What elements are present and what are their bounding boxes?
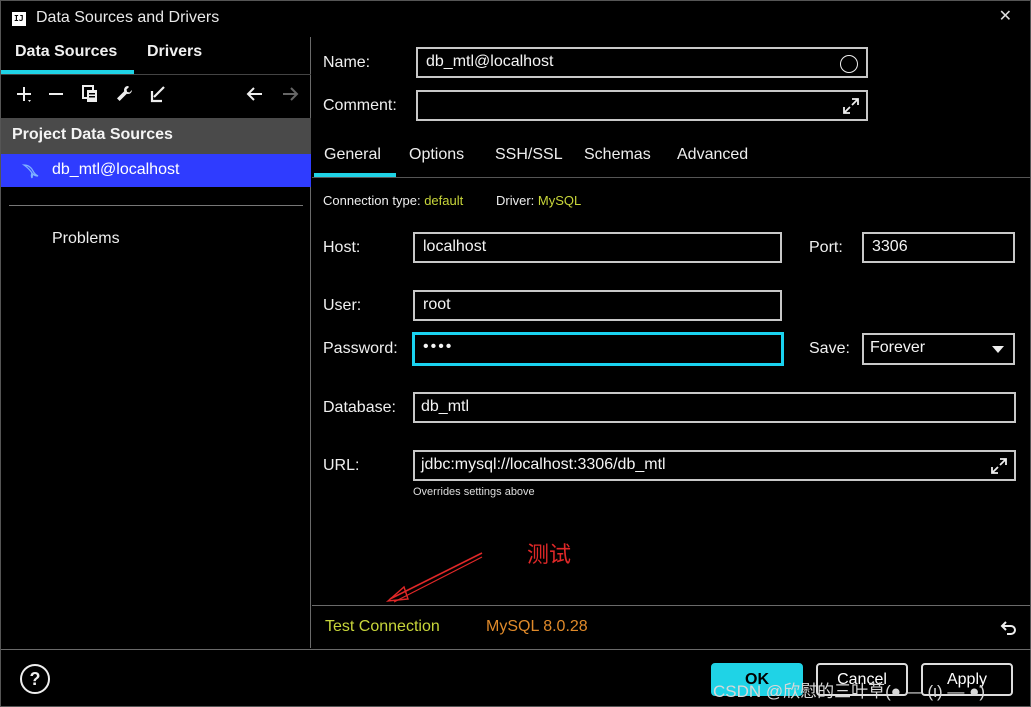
csdn-watermark: CSDN @欣慰的三叶草(● — (ι) — ●) [713, 682, 985, 701]
expand-icon[interactable] [990, 457, 1008, 475]
tab-data-sources[interactable]: Data Sources [15, 43, 117, 61]
port-field[interactable]: 3306 [862, 232, 1015, 263]
name-label: Name: [323, 54, 371, 71]
form-tabs: General Options SSH/SSL Schemas Advanced [312, 137, 1030, 178]
status-strip: Test Connection MySQL 8.0.28 [312, 605, 1030, 649]
section-header-label: Project Data Sources [12, 126, 173, 143]
project-data-sources-header: Project Data Sources [1, 118, 311, 154]
user-field[interactable]: root [413, 290, 782, 321]
connection-type-label: Connection type: [323, 193, 421, 208]
import-icon[interactable] [147, 83, 169, 105]
color-circle-icon[interactable] [840, 55, 858, 73]
test-connection-link[interactable]: Test Connection [325, 618, 440, 636]
annotation-arrow [385, 552, 483, 603]
connection-type-value[interactable]: default [424, 193, 463, 208]
dialog-footer: ? OK Cancel Apply CSDN @欣慰的三叶草(● — (ι) —… [1, 649, 1031, 707]
window-title: Data Sources and Drivers [36, 9, 220, 26]
save-label: Save: [809, 340, 850, 357]
help-icon[interactable]: ? [20, 664, 50, 694]
port-label: Port: [809, 239, 843, 256]
tab-general[interactable]: General [324, 146, 381, 164]
data-source-item-db-mtl[interactable]: db_mtl@localhost [1, 154, 311, 187]
tab-options[interactable]: Options [409, 146, 464, 164]
save-select[interactable]: Forever [862, 333, 1015, 365]
intellij-app-icon: IJ [11, 11, 27, 27]
data-sources-toolbar [1, 75, 311, 117]
tab-drivers[interactable]: Drivers [147, 43, 202, 61]
password-value: •••• [423, 338, 454, 355]
user-value: root [423, 296, 451, 313]
revert-icon[interactable] [998, 618, 1018, 638]
port-value: 3306 [872, 238, 908, 255]
name-field[interactable]: db_mtl@localhost [416, 47, 868, 78]
forward-arrow-icon[interactable] [279, 83, 301, 105]
comment-field[interactable] [416, 90, 868, 121]
host-label: Host: [323, 239, 361, 256]
back-arrow-icon[interactable] [244, 83, 266, 105]
mysql-dolphin-icon [21, 164, 39, 179]
comment-label: Comment: [323, 97, 397, 114]
database-field[interactable]: db_mtl [413, 392, 1016, 423]
url-field[interactable]: jdbc:mysql://localhost:3306/db_mtl [413, 450, 1016, 481]
url-overrides-note: Overrides settings above [413, 486, 535, 498]
password-field[interactable]: •••• [412, 332, 784, 366]
divider [9, 205, 303, 206]
expand-icon[interactable] [842, 97, 860, 115]
database-value: db_mtl [421, 398, 470, 415]
host-value: localhost [423, 238, 487, 255]
password-label: Password: [323, 340, 398, 357]
add-icon[interactable] [13, 83, 35, 105]
url-label: URL: [323, 457, 360, 474]
data-sources-dialog: IJ Data Sources and Drivers ✕ Data Sourc… [0, 0, 1031, 707]
data-source-form: Name: db_mtl@localhost Comment: General … [312, 37, 1030, 605]
tab-ssh-ssl[interactable]: SSH/SSL [495, 146, 563, 164]
tab-advanced[interactable]: Advanced [677, 146, 748, 164]
divider [312, 177, 1030, 178]
remove-icon[interactable] [45, 83, 67, 105]
chevron-down-icon [992, 346, 1004, 353]
problems-item[interactable]: Problems [52, 230, 120, 248]
database-label: Database: [323, 399, 396, 416]
save-select-value: Forever [870, 339, 926, 356]
url-value: jdbc:mysql://localhost:3306/db_mtl [421, 456, 666, 473]
data-source-label: db_mtl@localhost [52, 161, 180, 178]
name-value: db_mtl@localhost [426, 53, 554, 70]
annotation-label: 测试 [527, 543, 572, 568]
driver-info: Driver: MySQL [496, 193, 581, 208]
driver-label: Driver: [496, 193, 535, 208]
settings-wrench-icon[interactable] [113, 83, 135, 105]
duplicate-icon[interactable] [79, 83, 101, 105]
close-icon[interactable]: ✕ [999, 6, 1012, 26]
title-bar: IJ Data Sources and Drivers ✕ [1, 1, 1030, 37]
user-label: User: [323, 297, 362, 314]
left-panel: Data Sources Drivers Project Data Source… [1, 37, 311, 648]
mysql-version-label: MySQL 8.0.28 [486, 618, 588, 635]
tab-schemas[interactable]: Schemas [584, 146, 651, 164]
left-tabs: Data Sources Drivers [1, 37, 311, 75]
host-field[interactable]: localhost [413, 232, 782, 263]
connection-type-info: Connection type: default [323, 193, 463, 208]
driver-value[interactable]: MySQL [538, 193, 581, 208]
